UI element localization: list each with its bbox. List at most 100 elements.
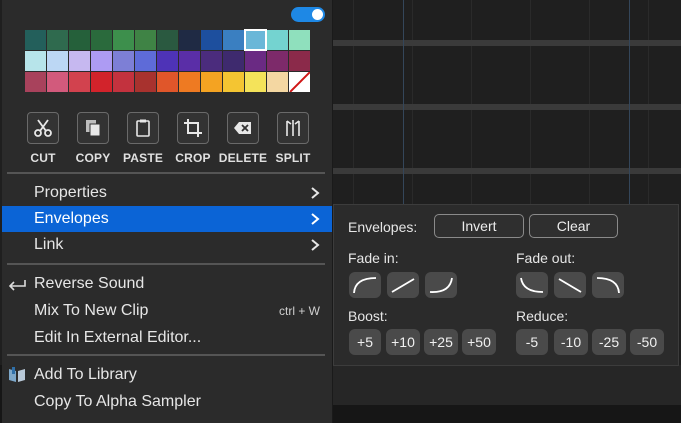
split-icon[interactable] <box>277 112 309 144</box>
color-swatch[interactable] <box>245 72 266 92</box>
color-swatch[interactable] <box>113 72 134 92</box>
menu-separator <box>7 263 325 265</box>
color-swatch[interactable] <box>135 72 156 92</box>
color-swatch[interactable] <box>47 51 68 71</box>
color-swatch[interactable] <box>47 30 68 50</box>
fade-in-convex-button[interactable] <box>349 272 381 298</box>
color-swatch[interactable] <box>25 51 46 71</box>
menu-item-label: Properties <box>34 184 107 201</box>
reduce-50-button[interactable]: -50 <box>630 329 664 355</box>
backspace-icon[interactable] <box>227 112 259 144</box>
color-swatch[interactable] <box>69 72 90 92</box>
envelopes-title: Envelopes: <box>348 219 418 235</box>
menu-item-copy-to-alpha-sampler[interactable]: Copy To Alpha Sampler <box>2 389 332 415</box>
color-swatch[interactable] <box>267 72 288 92</box>
cut-tool[interactable]: CUT <box>18 112 68 165</box>
scissors-icon[interactable] <box>27 112 59 144</box>
color-swatch[interactable] <box>135 30 156 50</box>
color-swatch[interactable] <box>244 29 267 51</box>
track-divider <box>320 104 681 110</box>
color-swatch[interactable] <box>157 51 178 71</box>
menu-item-add-to-library[interactable]: Add To Library <box>2 362 332 388</box>
menu-item-mix-to-new-clip[interactable]: Mix To New Clip ctrl + W <box>2 298 332 324</box>
menu-item-label: Copy To Alpha Sampler <box>34 393 201 410</box>
reduce-5-button[interactable]: -5 <box>516 329 548 355</box>
reduce-25-button[interactable]: -25 <box>592 329 626 355</box>
color-swatch[interactable] <box>47 72 68 92</box>
boost-50-button[interactable]: +50 <box>462 329 496 355</box>
paste-label: PASTE <box>122 151 164 165</box>
fade-out-concave-button[interactable] <box>516 272 548 298</box>
menu-item-label: Add To Library <box>34 366 137 383</box>
color-swatch[interactable] <box>91 51 112 71</box>
color-swatch[interactable] <box>135 51 156 71</box>
context-menu: CUT COPY PASTE CROP DELETE SPLIT Propert… <box>2 0 333 423</box>
boost-10-button[interactable]: +10 <box>386 329 420 355</box>
fade-in-linear-icon <box>391 278 415 293</box>
menu-separator <box>7 354 325 356</box>
invert-button[interactable]: Invert <box>434 214 524 238</box>
split-label: SPLIT <box>275 151 311 165</box>
color-swatch[interactable] <box>25 30 46 50</box>
color-swatch[interactable] <box>289 30 310 50</box>
color-swatch[interactable] <box>179 51 200 71</box>
crop-tool[interactable]: CROP <box>168 112 218 165</box>
fade-out-convex-button[interactable] <box>592 272 624 298</box>
crop-icon[interactable] <box>177 112 209 144</box>
menu-item-properties[interactable]: Properties <box>2 180 332 206</box>
color-swatch[interactable] <box>179 30 200 50</box>
paste-tool[interactable]: PASTE <box>118 112 168 165</box>
color-swatch[interactable] <box>245 51 266 71</box>
clear-button[interactable]: Clear <box>529 214 618 238</box>
menu-item-label: Reverse Sound <box>34 275 145 292</box>
color-swatch[interactable] <box>201 30 222 50</box>
color-swatch[interactable] <box>223 51 244 71</box>
chevron-right-icon <box>311 187 320 199</box>
color-swatch[interactable] <box>267 51 288 71</box>
color-swatch[interactable] <box>91 72 112 92</box>
color-swatch[interactable] <box>179 72 200 92</box>
menu-item-label: Edit In External Editor... <box>34 329 202 346</box>
toggle-knob <box>312 9 323 20</box>
split-tool[interactable]: SPLIT <box>268 112 318 165</box>
toggle-switch[interactable] <box>291 7 325 22</box>
boost-25-button[interactable]: +25 <box>424 329 458 355</box>
fade-in-linear-button[interactable] <box>387 272 419 298</box>
boost-label: Boost: <box>348 308 388 324</box>
menu-item-edit-external[interactable]: Edit In External Editor... <box>2 325 332 351</box>
menu-item-label: Mix To New Clip <box>34 302 149 319</box>
color-swatch[interactable] <box>201 72 222 92</box>
fade-in-concave-button[interactable] <box>425 272 457 298</box>
menu-item-reverse-sound[interactable]: Reverse Sound <box>2 271 332 297</box>
color-swatch[interactable] <box>157 30 178 50</box>
menu-item-label: Link <box>34 236 64 253</box>
color-swatch[interactable] <box>201 51 222 71</box>
copy-icon[interactable] <box>77 112 109 144</box>
color-swatch[interactable] <box>267 30 288 50</box>
fade-out-convex-icon <box>596 277 620 294</box>
color-swatch[interactable] <box>223 72 244 92</box>
envelopes-submenu: Envelopes: Invert Clear Fade in: Fade ou… <box>333 204 679 366</box>
reduce-10-button[interactable]: -10 <box>554 329 588 355</box>
color-swatch[interactable] <box>69 51 90 71</box>
color-palette <box>25 29 310 92</box>
boost-5-button[interactable]: +5 <box>349 329 381 355</box>
menu-item-envelopes[interactable]: Envelopes <box>2 206 332 232</box>
color-swatch[interactable] <box>113 51 134 71</box>
color-swatch[interactable] <box>113 30 134 50</box>
timeline-lower-track <box>330 365 681 405</box>
no-color-swatch[interactable] <box>289 72 310 92</box>
color-swatch[interactable] <box>289 51 310 71</box>
color-swatch[interactable] <box>69 30 90 50</box>
library-book-icon <box>9 367 25 382</box>
fade-out-linear-button[interactable] <box>554 272 586 298</box>
menu-item-link[interactable]: Link <box>2 232 332 258</box>
clipboard-icon[interactable] <box>127 112 159 144</box>
color-swatch[interactable] <box>157 72 178 92</box>
fade-in-concave-icon <box>429 277 453 293</box>
color-swatch[interactable] <box>223 30 244 50</box>
color-swatch[interactable] <box>25 72 46 92</box>
color-swatch[interactable] <box>91 30 112 50</box>
copy-tool[interactable]: COPY <box>68 112 118 165</box>
delete-tool[interactable]: DELETE <box>218 112 268 165</box>
